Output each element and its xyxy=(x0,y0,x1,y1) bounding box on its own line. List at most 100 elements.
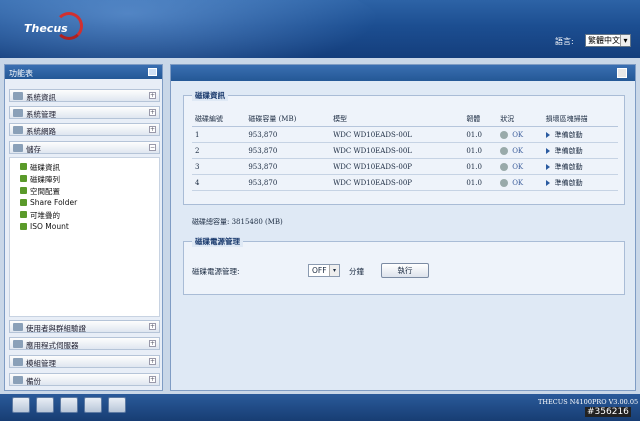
cell-fw: 01.0 xyxy=(463,174,498,191)
apply-button[interactable]: 執行 xyxy=(381,263,429,278)
sidebar-title-bar: 功能表 xyxy=(5,65,162,79)
language-select[interactable]: 繁體中文 ▾ xyxy=(585,34,631,47)
power-unit: 分鐘 xyxy=(349,267,364,276)
submenu-space[interactable]: 空間配置 xyxy=(20,186,60,197)
scan-link[interactable]: 準備啟動 xyxy=(542,158,618,175)
cell-status: OK xyxy=(497,174,543,191)
cell-model: WDC WD10EADS-00P xyxy=(330,158,464,175)
admin-icon xyxy=(13,109,23,117)
iso-icon xyxy=(20,223,27,230)
raid-icon xyxy=(20,175,27,182)
chevron-down-icon: ▾ xyxy=(329,265,339,276)
language-label: 語言: xyxy=(555,37,574,46)
play-icon xyxy=(545,147,550,154)
col-model: 模型 xyxy=(330,112,464,127)
disk-icon xyxy=(20,163,27,170)
status-text: OK xyxy=(512,162,524,171)
sidebar-item-network[interactable]: 系統網路 + xyxy=(9,123,160,136)
main-content: 磁碟資訊 磁碟編號 磁碟容量 (MB) 模型 韌體 狀況 損壞區塊掃描 1 953… xyxy=(170,64,636,391)
submenu-label: 磁碟陣列 xyxy=(30,175,60,184)
cell-model: WDC WD10EADS-00P xyxy=(330,174,464,191)
network-tree-icon[interactable] xyxy=(108,397,126,413)
sidebar-item-label: 系統資訊 xyxy=(26,93,56,102)
sidebar-title: 功能表 xyxy=(9,69,33,78)
cell-no: 3 xyxy=(192,158,246,175)
status-text: OK xyxy=(512,178,524,187)
network-icon xyxy=(13,126,23,134)
scan-link[interactable]: 準備啟動 xyxy=(542,174,618,191)
submenu-raid[interactable]: 磁碟陣列 xyxy=(20,174,60,185)
power-legend: 磁碟電源管理 xyxy=(192,236,243,247)
gear-icon xyxy=(500,162,509,171)
scan-text: 準備啟動 xyxy=(554,178,583,187)
chevron-down-icon: ▾ xyxy=(620,35,630,46)
power-select[interactable]: OFF ▾ xyxy=(308,264,340,277)
sidebar-item-system-admin[interactable]: 系統管理 + xyxy=(9,106,160,119)
fan-icon[interactable] xyxy=(60,397,78,413)
table-row: 2 953,870 WDC WD10EADS-00L 01.0 OK 準備啟動 xyxy=(192,142,618,159)
expand-icon: + xyxy=(149,358,156,365)
power-label: 磁碟電源管理: xyxy=(192,267,240,276)
submenu-label: 可堆疊的 xyxy=(30,211,60,220)
scan-text: 準備啟動 xyxy=(554,146,583,155)
col-firmware: 韌體 xyxy=(463,112,498,127)
sidebar-item-storage[interactable]: 儲存 − xyxy=(9,141,160,154)
tool-icon[interactable] xyxy=(84,397,102,413)
cell-capacity: 953,870 xyxy=(245,126,331,143)
sidebar-item-users[interactable]: 使用者與群組驗證 + xyxy=(9,320,160,333)
sidebar-item-modules[interactable]: 模組管理 + xyxy=(9,355,160,368)
disk-icon[interactable] xyxy=(12,397,30,413)
disk-info-legend: 磁碟資訊 xyxy=(192,90,228,101)
expand-icon: + xyxy=(149,323,156,330)
version-text: THECUS N4100PRO V3.00.05 xyxy=(538,398,639,406)
sidebar-item-label: 模組管理 xyxy=(26,359,56,368)
expand-icon: + xyxy=(149,340,156,347)
scan-link[interactable]: 準備啟動 xyxy=(542,142,618,159)
sidebar: 功能表 系統資訊 + 系統管理 + 系統網路 + 儲存 − 磁碟資訊 磁碟陣列 空間配置… xyxy=(4,64,163,391)
play-icon xyxy=(545,163,550,170)
col-bad-block-scan: 損壞區塊掃描 xyxy=(542,112,618,127)
sidebar-item-backup[interactable]: 備份 + xyxy=(9,373,160,386)
cell-model: WDC WD10EADS-00L xyxy=(330,126,464,143)
exit-icon[interactable] xyxy=(617,68,627,78)
users-icon xyxy=(13,323,23,331)
sidebar-item-label: 系統管理 xyxy=(26,110,56,119)
sidebar-item-label: 使用者與群組驗證 xyxy=(26,324,86,333)
table-row: 3 953,870 WDC WD10EADS-00P 01.0 OK 準備啟動 xyxy=(192,158,618,175)
submenu-disk-info[interactable]: 磁碟資訊 xyxy=(20,162,60,173)
scan-text: 準備啟動 xyxy=(554,162,583,171)
power-value: OFF xyxy=(312,266,327,275)
status-text: OK xyxy=(512,146,524,155)
disk-info-panel: 磁碟資訊 磁碟編號 磁碟容量 (MB) 模型 韌體 狀況 損壞區塊掃描 1 953… xyxy=(183,90,625,226)
total-value: 3815480 (MB) xyxy=(231,218,283,226)
storage-submenu: 磁碟資訊 磁碟陣列 空間配置 Share Folder 可堆疊的 ISO Mou… xyxy=(9,157,160,317)
total-capacity: 磁碟總容量: 3815480 (MB) xyxy=(192,217,283,227)
sidebar-item-label: 儲存 xyxy=(26,145,41,154)
power-panel: 磁碟電源管理 磁碟電源管理: OFF ▾ 分鐘 執行 xyxy=(183,236,625,295)
cell-capacity: 953,870 xyxy=(245,142,331,159)
submenu-iso-mount[interactable]: ISO Mount xyxy=(20,222,69,231)
expand-icon: + xyxy=(149,109,156,116)
pin-icon[interactable] xyxy=(148,68,157,76)
sidebar-item-label: 應用程式伺服器 xyxy=(26,341,79,350)
mail-icon[interactable] xyxy=(36,397,54,413)
info-icon xyxy=(13,92,23,100)
disk-table: 磁碟編號 磁碟容量 (MB) 模型 韌體 狀況 損壞區塊掃描 1 953,870 W… xyxy=(192,112,618,191)
cell-fw: 01.0 xyxy=(463,126,498,143)
scan-link[interactable]: 準備啟動 xyxy=(542,126,618,143)
status-text: OK xyxy=(512,130,524,139)
sidebar-item-system-info[interactable]: 系統資訊 + xyxy=(9,89,160,102)
table-row: 4 953,870 WDC WD10EADS-00P 01.0 OK 準備啟動 xyxy=(192,174,618,191)
cell-capacity: 953,870 xyxy=(245,174,331,191)
cell-fw: 01.0 xyxy=(463,142,498,159)
logo: Thecus xyxy=(24,22,68,35)
submenu-stackable[interactable]: 可堆疊的 xyxy=(20,210,60,221)
col-disk-no: 磁碟編號 xyxy=(192,112,246,127)
submenu-share-folder[interactable]: Share Folder xyxy=(20,198,77,207)
expand-icon: + xyxy=(149,376,156,383)
expand-icon: + xyxy=(149,92,156,99)
total-label: 磁碟總容量: xyxy=(192,218,230,226)
cell-capacity: 953,870 xyxy=(245,158,331,175)
sidebar-item-app-server[interactable]: 應用程式伺服器 + xyxy=(9,337,160,350)
header-bar: Thecus 語言: 繁體中文 ▾ xyxy=(0,0,640,58)
